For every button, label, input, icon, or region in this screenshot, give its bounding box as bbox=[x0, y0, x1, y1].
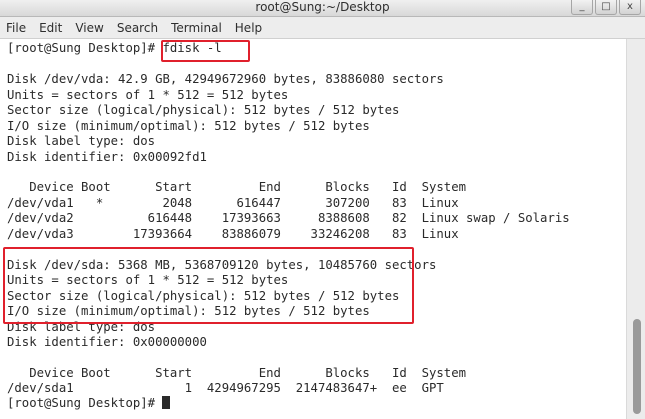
terminal-line: /dev/vda2 616448 17393663 8388608 82 Lin… bbox=[7, 211, 570, 225]
menu-search[interactable]: Search bbox=[117, 17, 158, 39]
maximize-button[interactable]: □ bbox=[595, 0, 617, 15]
minimize-button[interactable]: _ bbox=[571, 0, 593, 15]
terminal-line: [root@Sung Desktop]# fdisk -l bbox=[7, 41, 222, 55]
terminal-line: /dev/vda1 * 2048 616447 307200 83 Linux bbox=[7, 196, 459, 210]
window-title: root@Sung:~/Desktop bbox=[255, 0, 390, 14]
terminal-line: Device Boot Start End Blocks Id System bbox=[7, 180, 467, 194]
terminal-prompt-line: [root@Sung Desktop]# bbox=[7, 396, 171, 411]
terminal-line: Disk label type: dos bbox=[7, 134, 156, 148]
close-button[interactable]: x bbox=[619, 0, 641, 15]
terminal-line: Disk identifier: 0x00000000 bbox=[7, 335, 207, 349]
menu-bar: File Edit View Search Terminal Help bbox=[0, 17, 645, 39]
terminal-line: Device Boot Start End Blocks Id System bbox=[7, 366, 467, 380]
menu-help[interactable]: Help bbox=[235, 17, 262, 39]
menu-file[interactable]: File bbox=[6, 17, 26, 39]
terminal-line: /dev/vda3 17393664 83886079 33246208 83 … bbox=[7, 227, 459, 241]
terminal-line: I/O size (minimum/optimal): 512 bytes / … bbox=[7, 304, 370, 318]
terminal-line: Disk /dev/vda: 42.9 GB, 42949672960 byte… bbox=[7, 72, 444, 86]
terminal-line: Units = sectors of 1 * 512 = 512 bytes bbox=[7, 273, 289, 287]
terminal-output[interactable]: [root@Sung Desktop]# fdisk -l Disk /dev/… bbox=[0, 39, 626, 419]
menu-view[interactable]: View bbox=[75, 17, 103, 39]
terminal-line: Disk label type: dos bbox=[7, 320, 156, 334]
terminal-line: /dev/sda1 1 4294967295 2147483647+ ee GP… bbox=[7, 381, 444, 395]
terminal-line: Sector size (logical/physical): 512 byte… bbox=[7, 103, 400, 117]
terminal-line: Disk /dev/sda: 5368 MB, 5368709120 bytes… bbox=[7, 258, 437, 272]
terminal-line: I/O size (minimum/optimal): 512 bytes / … bbox=[7, 119, 370, 133]
terminal-line: Sector size (logical/physical): 512 byte… bbox=[7, 289, 400, 303]
window-controls: _ □ x bbox=[569, 0, 641, 16]
terminal-prompt: [root@Sung Desktop]# bbox=[7, 396, 163, 410]
vertical-scrollbar[interactable] bbox=[626, 39, 645, 419]
menu-terminal[interactable]: Terminal bbox=[171, 17, 222, 39]
terminal-window: root@Sung:~/Desktop _ □ x File Edit View… bbox=[0, 0, 645, 419]
terminal-line: Disk identifier: 0x00092fd1 bbox=[7, 150, 207, 164]
menu-edit[interactable]: Edit bbox=[39, 17, 62, 39]
scrollbar-thumb[interactable] bbox=[633, 319, 641, 414]
terminal-line: Units = sectors of 1 * 512 = 512 bytes bbox=[7, 88, 289, 102]
text-cursor bbox=[162, 396, 171, 409]
title-bar[interactable]: root@Sung:~/Desktop _ □ x bbox=[0, 0, 645, 17]
